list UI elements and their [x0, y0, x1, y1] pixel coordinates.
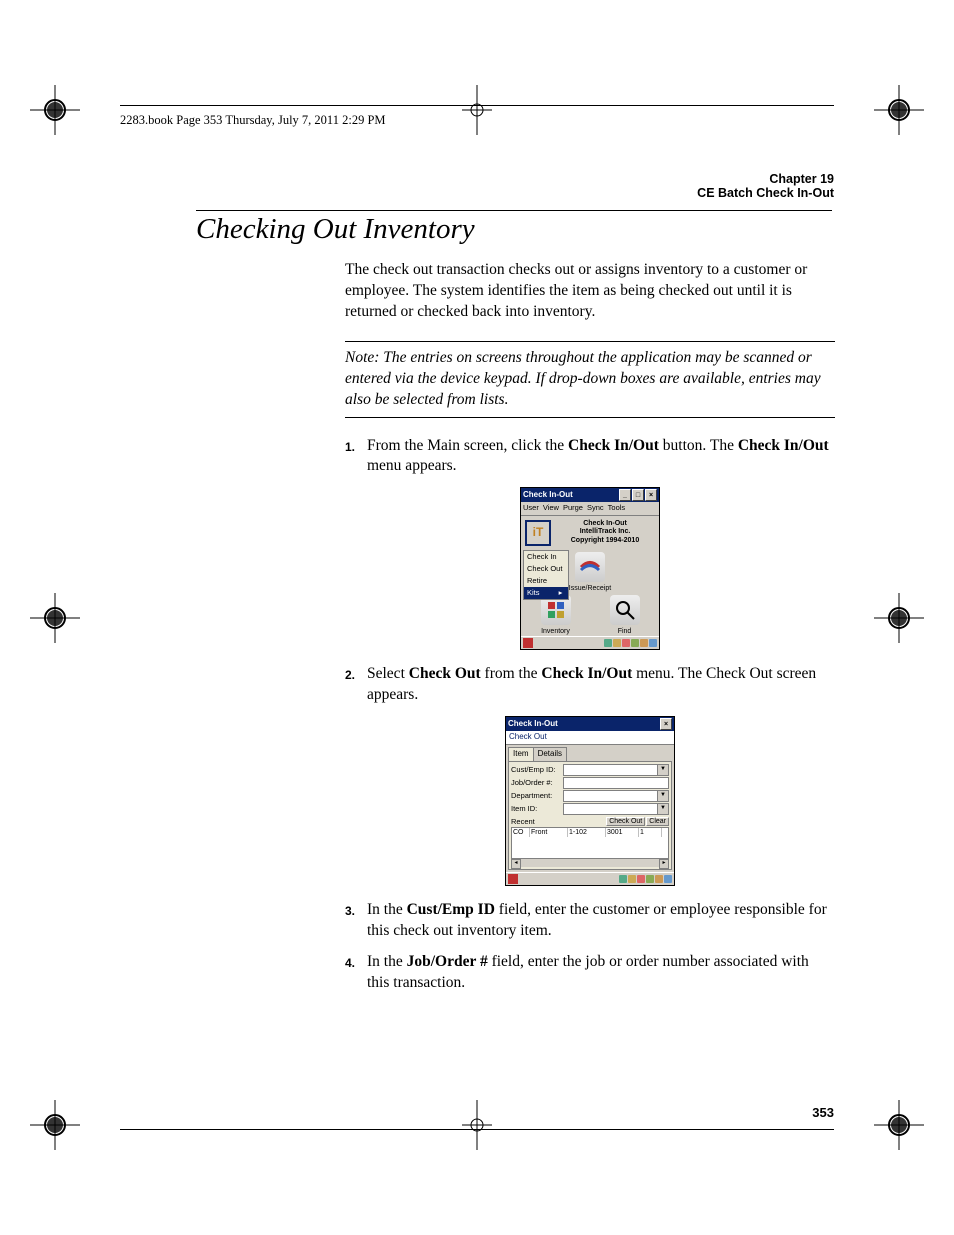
crop-mark [874, 85, 924, 135]
close-button[interactable]: × [660, 718, 672, 730]
content-column: The check out transaction checks out or … [345, 260, 835, 1004]
taskbar [506, 872, 674, 885]
window-title: Check In-Out [523, 490, 618, 501]
start-icon[interactable] [523, 638, 533, 648]
cust-emp-dropdown[interactable]: ▼ [658, 764, 669, 776]
window-titlebar: Check In-Out × [506, 717, 674, 731]
job-order-input[interactable] [563, 777, 669, 789]
step-text: In the Cust/Emp ID field, enter the cust… [367, 900, 835, 942]
tab-details[interactable]: Details [533, 747, 567, 761]
crop-mark [30, 1100, 80, 1150]
step-number: 1. [345, 436, 367, 478]
inventory-label: Inventory [521, 627, 590, 636]
check-out-button[interactable]: Check Out [606, 817, 645, 826]
crop-mark [874, 1100, 924, 1150]
crop-mark [30, 593, 80, 643]
find-cell[interactable]: Find [590, 593, 659, 636]
start-icon[interactable] [508, 874, 518, 884]
running-header: 2283.book Page 353 Thursday, July 7, 201… [120, 113, 386, 128]
page-number: 353 [812, 1105, 834, 1120]
step-text: From the Main screen, click the Check In… [367, 436, 835, 478]
table-row: CO Front 1-102 3001 1 [512, 828, 668, 837]
menu-item-check-in[interactable]: Check In [524, 551, 568, 563]
menu-item-kits[interactable]: Kits▸ [524, 587, 568, 599]
horizontal-scrollbar[interactable]: ◂ ▸ [511, 859, 669, 867]
step-number: 3. [345, 900, 367, 942]
brand-line3: Copyright 1994-2010 [553, 537, 657, 545]
section-title: Checking Out Inventory [196, 210, 832, 246]
note-block: Note: The entries on screens throughout … [345, 341, 835, 418]
sub-menubar[interactable]: Check Out [506, 731, 674, 745]
step-number: 4. [345, 952, 367, 994]
clear-button[interactable]: Clear [646, 817, 669, 826]
crop-mark [874, 593, 924, 643]
menu-purge[interactable]: Purge [563, 503, 583, 513]
recent-grid[interactable]: CO Front 1-102 3001 1 [511, 827, 669, 859]
brand-line2: IntelliTrack Inc. [553, 528, 657, 536]
logo-icon: iT [525, 520, 551, 546]
menu-tools[interactable]: Tools [608, 503, 626, 513]
menu-user[interactable]: User [523, 503, 539, 513]
label-cust-emp: Cust/Emp ID: [511, 765, 563, 775]
step-1: 1. From the Main screen, click the Check… [345, 436, 835, 478]
screenshot-check-out-screen: Check In-Out × Check Out Item Details Cu… [505, 716, 675, 886]
check-in-out-popup: Check In Check Out Retire Kits▸ [523, 550, 569, 601]
item-id-dropdown[interactable]: ▼ [658, 803, 669, 815]
menubar: User View Purge Sync Tools [521, 502, 659, 515]
screenshot-check-in-out-menu: Check In-Out _ □ × User View Purge Sync … [520, 487, 660, 650]
step-number: 2. [345, 664, 367, 706]
department-dropdown[interactable]: ▼ [658, 790, 669, 802]
form-panel: Cust/Emp ID: ▼ Job/Order #: Department: … [508, 761, 672, 870]
step-text: Select Check Out from the Check In/Out m… [367, 664, 835, 706]
menu-view[interactable]: View [543, 503, 559, 513]
taskbar [521, 636, 659, 649]
scroll-right-icon[interactable]: ▸ [659, 859, 669, 869]
issue-receipt-cell[interactable]: Check In Check Out Retire Kits▸ Issue/Re… [521, 550, 659, 593]
tab-item[interactable]: Item [508, 747, 534, 761]
cust-emp-input[interactable] [563, 764, 658, 776]
recent-label: Recent [511, 817, 605, 827]
system-tray [619, 875, 672, 883]
label-item-id: Item ID: [511, 804, 563, 814]
crop-mark [30, 85, 80, 135]
step-text: In the Job/Order # field, enter the job … [367, 952, 835, 994]
scroll-left-icon[interactable]: ◂ [511, 859, 521, 869]
maximize-button[interactable]: □ [632, 489, 644, 501]
menu-sync[interactable]: Sync [587, 503, 604, 513]
menu-item-check-out[interactable]: Check Out [524, 563, 568, 575]
brand-line1: Check In-Out [553, 520, 657, 528]
issue-receipt-icon [575, 552, 605, 582]
window-title: Check In-Out [508, 719, 659, 730]
label-department: Department: [511, 791, 563, 801]
intro-paragraph: The check out transaction checks out or … [345, 260, 835, 323]
label-job-order: Job/Order #: [511, 778, 563, 788]
menu-item-retire[interactable]: Retire [524, 575, 568, 587]
window-titlebar: Check In-Out _ □ × [521, 488, 659, 502]
step-2: 2. Select Check Out from the Check In/Ou… [345, 664, 835, 706]
step-4: 4. In the Job/Order # field, enter the j… [345, 952, 835, 994]
chapter-number: Chapter 19 [769, 172, 834, 186]
minimize-button[interactable]: _ [619, 489, 631, 501]
find-icon [610, 595, 640, 625]
step-3: 3. In the Cust/Emp ID field, enter the c… [345, 900, 835, 942]
department-input[interactable] [563, 790, 658, 802]
tab-strip: Item Details [506, 745, 674, 761]
item-id-input[interactable] [563, 803, 658, 815]
system-tray [604, 639, 657, 647]
brand-row: iT Check In-Out IntelliTrack Inc. Copyri… [521, 516, 659, 550]
find-label: Find [590, 627, 659, 636]
chapter-label: Chapter 19 CE Batch Check In-Out [697, 172, 834, 200]
chapter-title: CE Batch Check In-Out [697, 186, 834, 200]
close-button[interactable]: × [645, 489, 657, 501]
